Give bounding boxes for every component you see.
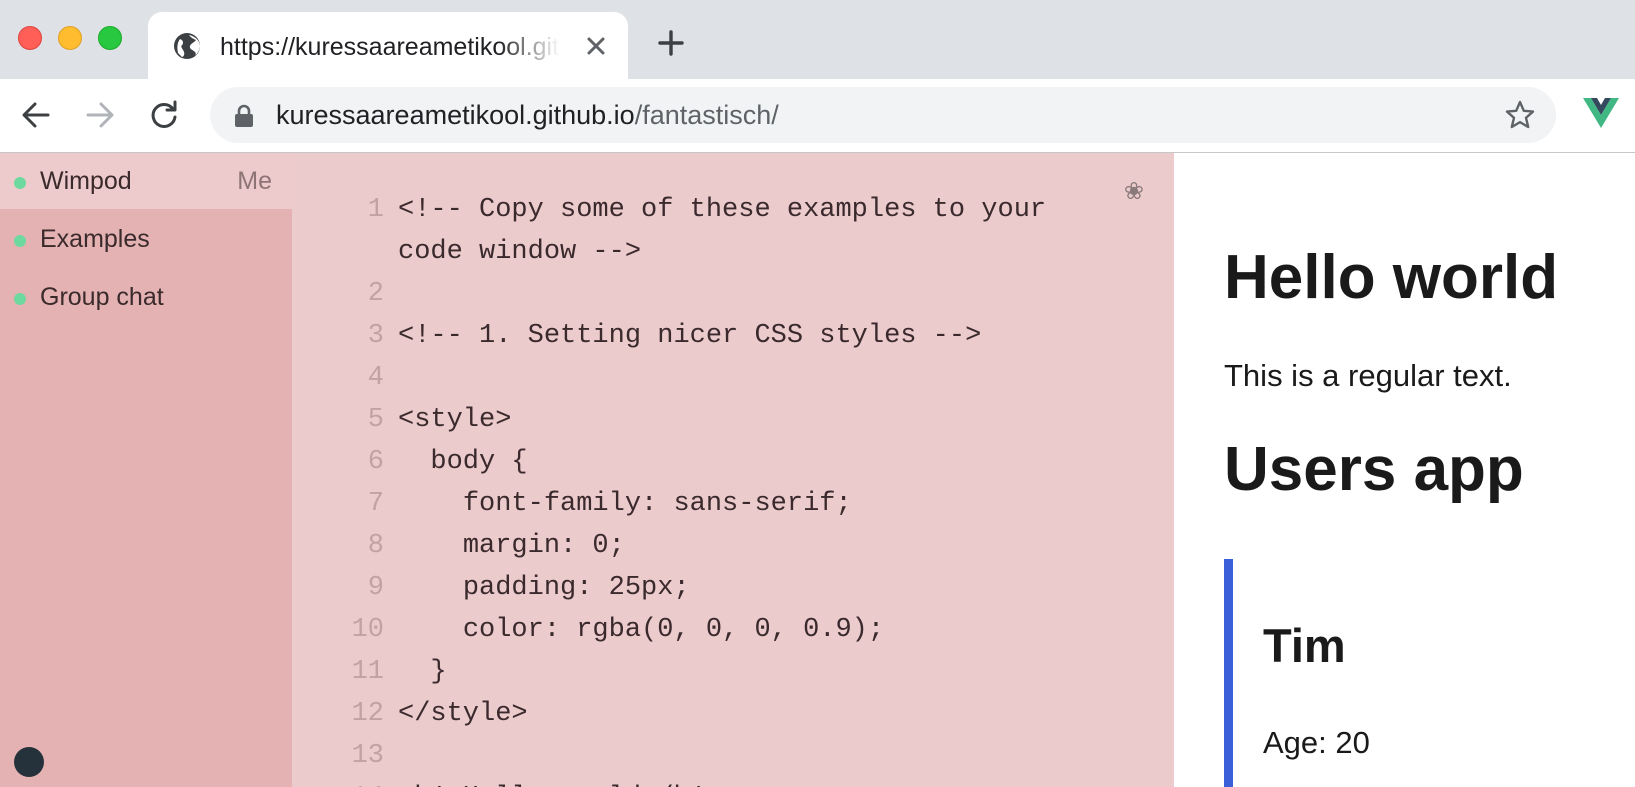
code-text[interactable]: padding: 25px; [398, 567, 1098, 609]
code-line[interactable]: 4 [292, 357, 1174, 399]
code-line[interactable]: 6 body { [292, 441, 1174, 483]
code-line[interactable]: 10 color: rgba(0, 0, 0, 0.9); [292, 609, 1174, 651]
code-text[interactable]: <!-- Copy some of these examples to your… [398, 189, 1098, 273]
forward-arrow-icon[interactable] [82, 97, 118, 133]
sidebar-item-group-chat[interactable]: Group chat [0, 269, 292, 325]
url-text[interactable]: kuressaareametikool.github.io/fantastisc… [276, 99, 779, 131]
current-user-badge: Me [237, 167, 272, 195]
code-line[interactable]: 8 margin: 0; [292, 525, 1174, 567]
page-content: Wimpod Me Examples Group chat ❀ 1 <!-- Co… [0, 153, 1635, 787]
line-number: 3 [367, 321, 384, 351]
code-text[interactable]: body { [398, 441, 1098, 483]
online-status-dot [14, 177, 26, 189]
preview-heading-users: Users app [1224, 435, 1524, 504]
line-number: 10 [351, 615, 384, 645]
tab-title: https://kuressaareametikool.github.io/fa… [220, 33, 560, 61]
window-close-button[interactable] [18, 26, 42, 50]
new-tab-plus-icon[interactable] [656, 28, 686, 58]
code-line[interactable]: 5 <style> [292, 399, 1174, 441]
sidebar: Wimpod Me Examples Group chat [0, 153, 292, 787]
browser-toolbar: kuressaareametikool.github.io/fantastisc… [0, 79, 1635, 153]
line-number: 9 [367, 573, 384, 603]
preview-paragraph: This is a regular text. [1224, 358, 1512, 393]
line-number: 8 [367, 531, 384, 561]
line-number: 14 [292, 777, 384, 787]
code-line[interactable]: 12 </style> [292, 693, 1174, 735]
code-text[interactable]: margin: 0; [398, 525, 1098, 567]
sidebar-item-wimpod[interactable]: Wimpod Me [0, 153, 292, 209]
line-number: 13 [351, 741, 384, 771]
sidebar-item-label: Examples [40, 225, 150, 253]
sidebar-item-examples[interactable]: Examples [0, 211, 292, 267]
browser-tab[interactable]: https://kuressaareametikool.github.io/fa… [148, 12, 628, 79]
tab-strip: https://kuressaareametikool.github.io/fa… [0, 0, 1635, 79]
line-number: 2 [367, 279, 384, 309]
code-text[interactable]: <h1>Hello world</h1> [398, 777, 1098, 787]
code-text[interactable]: <style> [398, 399, 1098, 441]
url-host: kuressaareametikool.github.io [276, 100, 635, 130]
window-maximize-button[interactable] [98, 26, 122, 50]
code-line[interactable]: 3 <!-- 1. Setting nicer CSS styles --> [292, 315, 1174, 357]
sidebar-item-label: Wimpod [40, 167, 132, 195]
user-age: Age: 20 [1263, 725, 1370, 760]
url-path: /fantastisch/ [634, 100, 779, 130]
online-status-dot [14, 235, 26, 247]
line-number: 12 [351, 699, 384, 729]
code-line[interactable]: 2 [292, 273, 1174, 315]
preview-pane: Hello world This is a regular text. User… [1174, 153, 1635, 787]
code-text[interactable]: <!-- 1. Setting nicer CSS styles --> [398, 315, 1098, 357]
back-arrow-icon[interactable] [18, 97, 54, 133]
tab-close-icon[interactable] [582, 32, 610, 60]
code-text[interactable]: </style> [398, 693, 1098, 735]
user-name: Tim [1263, 619, 1346, 672]
avatar[interactable] [14, 747, 44, 777]
online-status-dot [14, 293, 26, 305]
window-minimize-button[interactable] [58, 26, 82, 50]
code-editor[interactable]: ❀ 1 <!-- Copy some of these examples to y… [292, 153, 1174, 787]
code-line[interactable]: 13 [292, 735, 1174, 777]
line-number: 4 [367, 363, 384, 393]
user-card: Tim Age: 20 [1224, 559, 1635, 787]
line-number: 11 [351, 657, 384, 687]
code-line[interactable]: 7 font-family: sans-serif; [292, 483, 1174, 525]
lock-icon[interactable] [232, 103, 256, 129]
code-line[interactable]: 14 <h1>Hello world</h1> [292, 777, 1174, 787]
address-bar[interactable]: kuressaareametikool.github.io/fantastisc… [210, 87, 1556, 143]
code-text[interactable]: color: rgba(0, 0, 0, 0.9); [398, 609, 1098, 651]
code-text[interactable]: font-family: sans-serif; [398, 483, 1098, 525]
preview-heading-hello: Hello world [1224, 243, 1559, 312]
line-number: 1 [367, 195, 384, 225]
line-number: 6 [367, 447, 384, 477]
code-line[interactable]: 1 <!-- Copy some of these examples to you… [292, 189, 1174, 273]
code-line[interactable]: 11 } [292, 651, 1174, 693]
code-line[interactable]: 9 padding: 25px; [292, 567, 1174, 609]
sidebar-item-label: Group chat [40, 283, 164, 311]
line-number: 5 [367, 405, 384, 435]
line-number: 7 [367, 489, 384, 519]
globe-icon [174, 33, 200, 59]
code-lines[interactable]: 1 <!-- Copy some of these examples to you… [292, 189, 1174, 787]
code-text[interactable]: } [398, 651, 1098, 693]
bookmark-star-icon[interactable] [1504, 99, 1536, 131]
vue-logo-icon[interactable] [1582, 95, 1620, 131]
reload-icon[interactable] [146, 97, 182, 133]
